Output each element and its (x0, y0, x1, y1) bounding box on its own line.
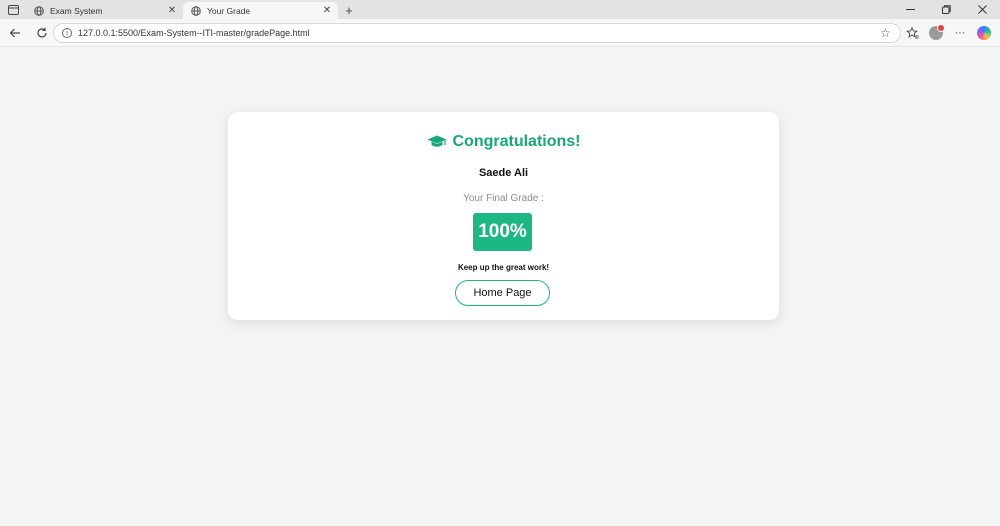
tab-actions-icon (7, 4, 19, 15)
tab-title: Exam System (50, 5, 103, 16)
minimize-button[interactable] (892, 0, 928, 19)
student-name: Saede Ali (478, 167, 529, 179)
toolbar-right: ··· (900, 19, 1000, 47)
more-dots-icon: ··· (954, 27, 966, 39)
back-arrow-icon (9, 28, 20, 37)
tab-exam-system[interactable]: Exam System ✕ (26, 2, 183, 19)
restore-icon (941, 5, 951, 14)
site-info-icon[interactable]: i (62, 28, 72, 38)
page-viewport: Congratulations! Saede Ali Your Final Gr… (0, 48, 1000, 526)
headline-text: Congratulations! (452, 133, 581, 150)
graduation-cap-icon (427, 135, 446, 147)
tab-strip: Exam System ✕ Your Grade ✕ + (0, 0, 1000, 19)
encouragement-message: Keep up the great work! (457, 263, 550, 272)
address-bar[interactable]: i 127.0.0.1:5500/Exam-System--ITI-master… (53, 23, 901, 43)
address-url[interactable]: 127.0.0.1:5500/Exam-System--ITI-master/g… (78, 28, 880, 38)
restore-button[interactable] (928, 0, 964, 19)
home-page-button[interactable]: Home Page (455, 280, 550, 306)
close-window-button[interactable] (964, 0, 1000, 19)
plus-icon: + (345, 3, 353, 18)
tab-title: Your Grade (207, 5, 251, 16)
favorite-star-icon[interactable]: ☆ (880, 27, 892, 39)
minimize-icon (905, 9, 915, 10)
favorites-icon (905, 27, 918, 39)
copilot-button[interactable] (972, 21, 996, 45)
browser-toolbar: i 127.0.0.1:5500/Exam-System--ITI-master… (0, 19, 1000, 47)
close-icon (977, 5, 987, 14)
globe-icon (34, 5, 44, 16)
reload-icon (37, 27, 47, 38)
back-button[interactable] (3, 21, 27, 45)
grade-value: 100% (473, 213, 532, 251)
window-controls (892, 0, 1000, 19)
globe-icon (191, 5, 201, 16)
tab-actions-button[interactable] (0, 0, 26, 19)
more-menu-button[interactable]: ··· (948, 21, 972, 45)
favorites-button[interactable] (900, 21, 924, 45)
avatar (929, 24, 945, 40)
congratulations-heading: Congratulations! (228, 133, 779, 151)
grade-label: Your Final Grade : (463, 193, 544, 204)
reload-button[interactable] (30, 21, 54, 45)
tab-your-grade[interactable]: Your Grade ✕ (183, 2, 338, 19)
new-tab-button[interactable]: + (338, 2, 360, 19)
copilot-icon (977, 26, 991, 40)
close-tab-icon[interactable]: ✕ (322, 5, 332, 16)
grade-card: Congratulations! Saede Ali Your Final Gr… (228, 112, 779, 320)
close-tab-icon[interactable]: ✕ (167, 5, 177, 16)
profile-button[interactable] (924, 21, 948, 45)
